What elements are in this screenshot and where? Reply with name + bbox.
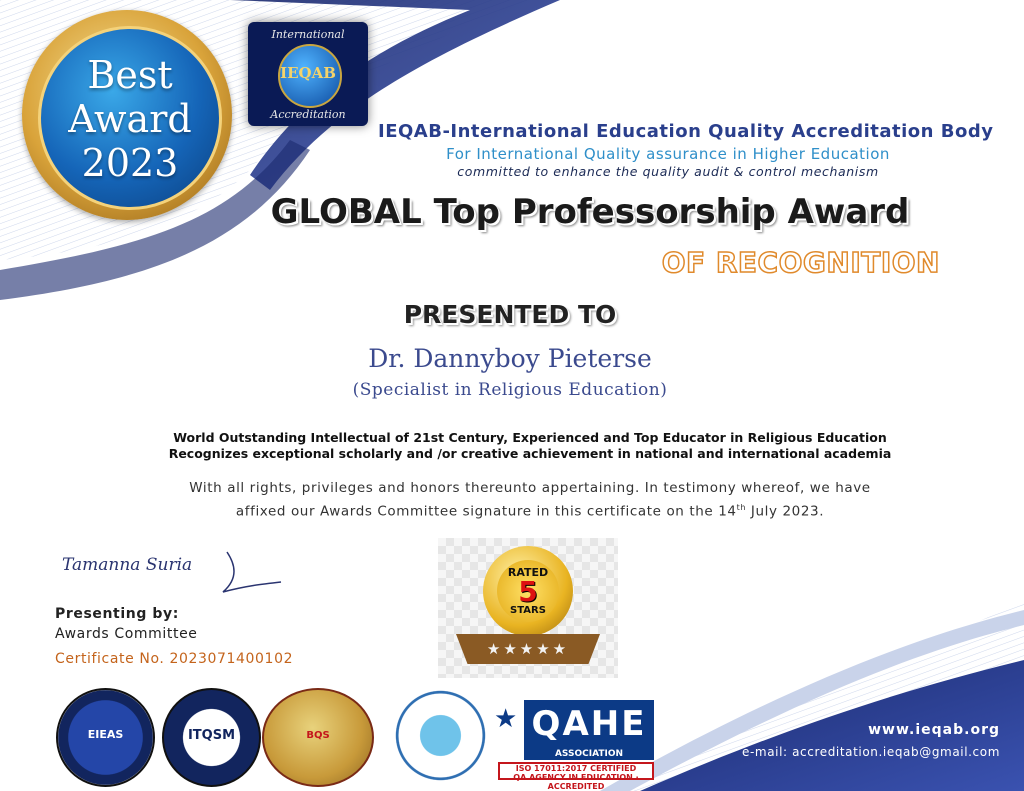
qahe-iso-line-1: ISO 17011:2017 CERTIFIED [515, 764, 637, 773]
recipient-specialty: (Specialist in Religious Education) [352, 380, 668, 400]
ieqab-logo: International IEQAB Accreditation [248, 22, 368, 126]
logo-abbr: IEQAB [280, 64, 336, 82]
organization-mission: committed to enhance the quality audit &… [457, 164, 879, 179]
medal-line-2: Award [68, 97, 192, 141]
citation-line-2: Recognizes exceptional scholarly and /or… [168, 446, 892, 461]
eieas-label: EIEAS [87, 728, 124, 741]
bqs-badge: BQS [262, 688, 374, 787]
logo-bottom-text: Accreditation [270, 108, 346, 121]
medal-line-1: Best [87, 53, 173, 97]
body-line-1: With all rights, privileges and honors t… [189, 480, 871, 496]
presented-to-label: PRESENTED TO [403, 300, 617, 329]
medal-text: Best Award 2023 [41, 53, 219, 185]
recipient-name: Dr. Dannyboy Pieterse [368, 344, 652, 373]
certificate-label: Certificate No. [55, 651, 165, 667]
qahe-badge: ★ QAHE ASSOCIATION ISO 17011:2017 CERTIF… [490, 700, 654, 791]
bqs-label: BQS [306, 730, 330, 741]
itqsm-label: ITQSM [187, 728, 236, 743]
world-accreditation-badge [393, 688, 488, 783]
qahe-sub-label: ASSOCIATION [524, 748, 654, 760]
qahe-iso-label: ISO 17011:2017 CERTIFIED QA AGENCY IN ED… [498, 762, 654, 791]
date-ordinal: th [736, 503, 747, 512]
presenting-by-label: Presenting by: [55, 606, 179, 622]
body-line-2: affixed our Awards Committee signature i… [130, 498, 930, 522]
best-award-medal: Best Award 2023 [22, 10, 232, 220]
qahe-main-label: QAHE [524, 700, 654, 748]
gold-seal: RATED 5 STARS [483, 546, 573, 636]
rated-5-stars-seal: RATED 5 STARS ★★★★★ [438, 538, 618, 678]
star-ribbon: ★★★★★ [456, 634, 600, 664]
organization-tagline: For International Quality assurance in H… [446, 145, 890, 163]
website-link[interactable]: www.ieqab.org [840, 722, 1000, 738]
body-line-2-pre: affixed our Awards Committee signature i… [235, 503, 737, 520]
signature: Tamanna Suria [62, 555, 193, 575]
logo-top-text: International [271, 28, 345, 41]
qahe-iso-line-2: QA AGENCY IN EDUCATION · ACCREDITED [513, 773, 639, 791]
presenting-by-value: Awards Committee [55, 626, 198, 642]
seal-core: RATED 5 STARS [497, 560, 559, 622]
seal-bottom-text: STARS [510, 605, 546, 616]
medal-center: Best Award 2023 [38, 26, 222, 210]
eieas-badge: EIEAS [56, 688, 155, 787]
award-title: GLOBAL Top Professorship Award [270, 192, 910, 232]
award-subtitle: OF RECOGNITION [661, 245, 940, 280]
signature-scribble [222, 551, 282, 593]
certificate-body: With all rights, privileges and honors t… [130, 479, 930, 522]
organization-name: IEQAB-International Education Quality Ac… [378, 121, 994, 142]
certificate-value: 2023071400102 [169, 651, 294, 667]
medal-line-3: 2023 [81, 141, 179, 185]
citation-line-1: World Outstanding Intellectual of 21st C… [173, 430, 887, 445]
certificate-number: Certificate No. 2023071400102 [55, 651, 293, 667]
body-line-2-post: July 2023. [746, 503, 825, 520]
email-link[interactable]: e-mail: accreditation.ieqab@gmail.com [700, 745, 1000, 759]
seal-number: 5 [518, 575, 538, 608]
itqsm-badge: ITQSM [162, 688, 261, 787]
star-icon: ★ [494, 704, 518, 734]
